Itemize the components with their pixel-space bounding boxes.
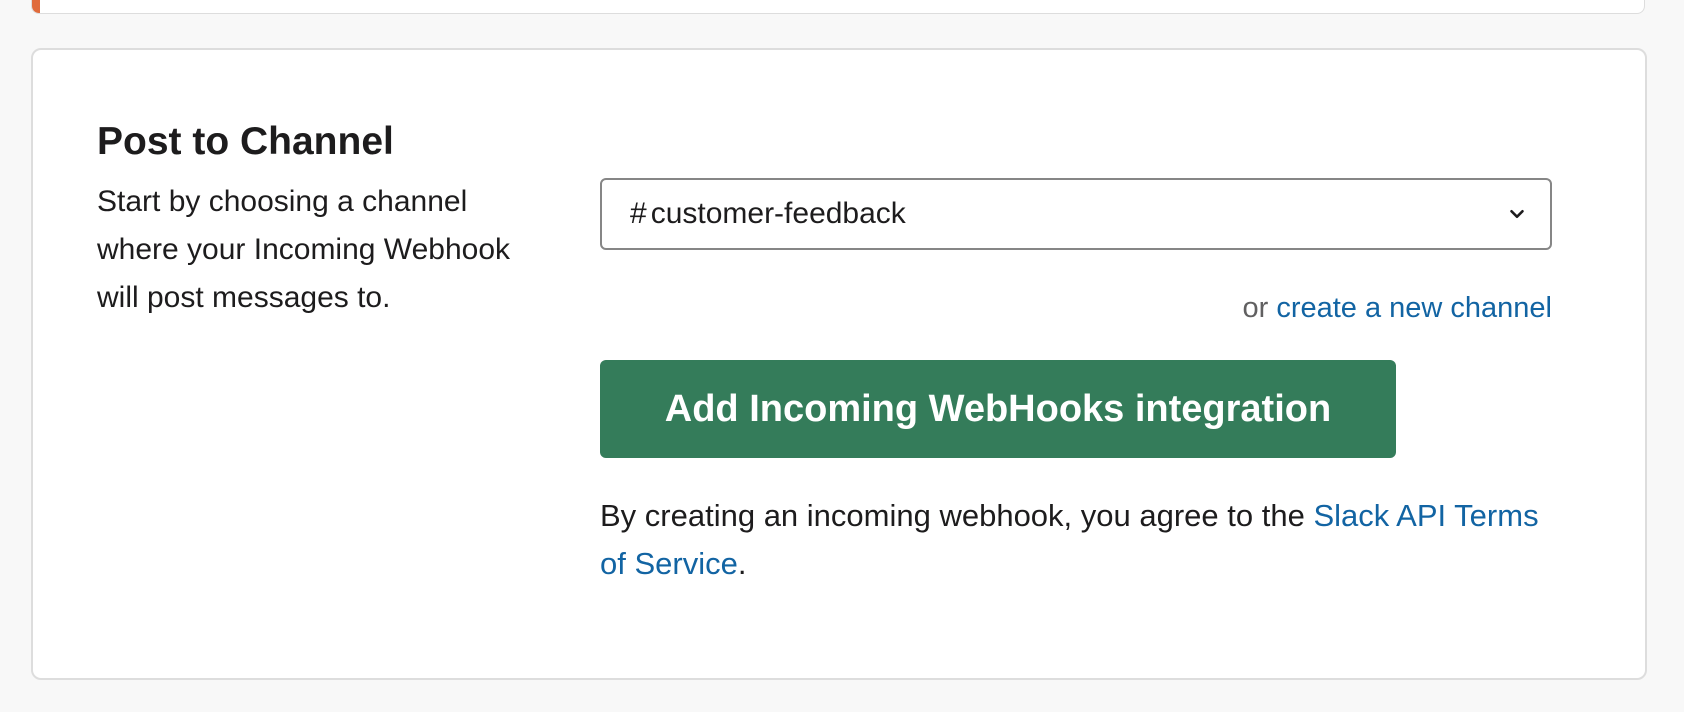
- alternative-action: or create a new channel: [600, 290, 1552, 326]
- section-description: Start by choosing a channel where your I…: [97, 185, 510, 314]
- selected-channel-value: customer-feedback: [650, 197, 906, 230]
- terms-notice: By creating an incoming webhook, you agr…: [600, 492, 1552, 588]
- terms-text: By creating an incoming webhook, you agr…: [600, 498, 1314, 533]
- post-to-channel-card: Post to Channel Start by choosing a chan…: [31, 48, 1647, 680]
- section-info: Post to Channel Start by choosing a chan…: [97, 118, 557, 322]
- card-accent-bar: [32, 0, 40, 13]
- section-title: Post to Channel: [97, 120, 394, 163]
- channel-form: # customer-feedback or create a new chan…: [600, 178, 1552, 588]
- channel-select[interactable]: # customer-feedback: [600, 178, 1552, 250]
- chevron-down-icon: [1510, 209, 1524, 219]
- add-incoming-webhooks-button[interactable]: Add Incoming WebHooks integration: [600, 360, 1396, 458]
- previous-card: [31, 0, 1645, 14]
- terms-suffix: .: [737, 546, 747, 581]
- alt-action-prefix: or: [1242, 292, 1277, 324]
- create-new-channel-link[interactable]: create a new channel: [1276, 292, 1552, 324]
- channel-hash-prefix: #: [630, 197, 647, 230]
